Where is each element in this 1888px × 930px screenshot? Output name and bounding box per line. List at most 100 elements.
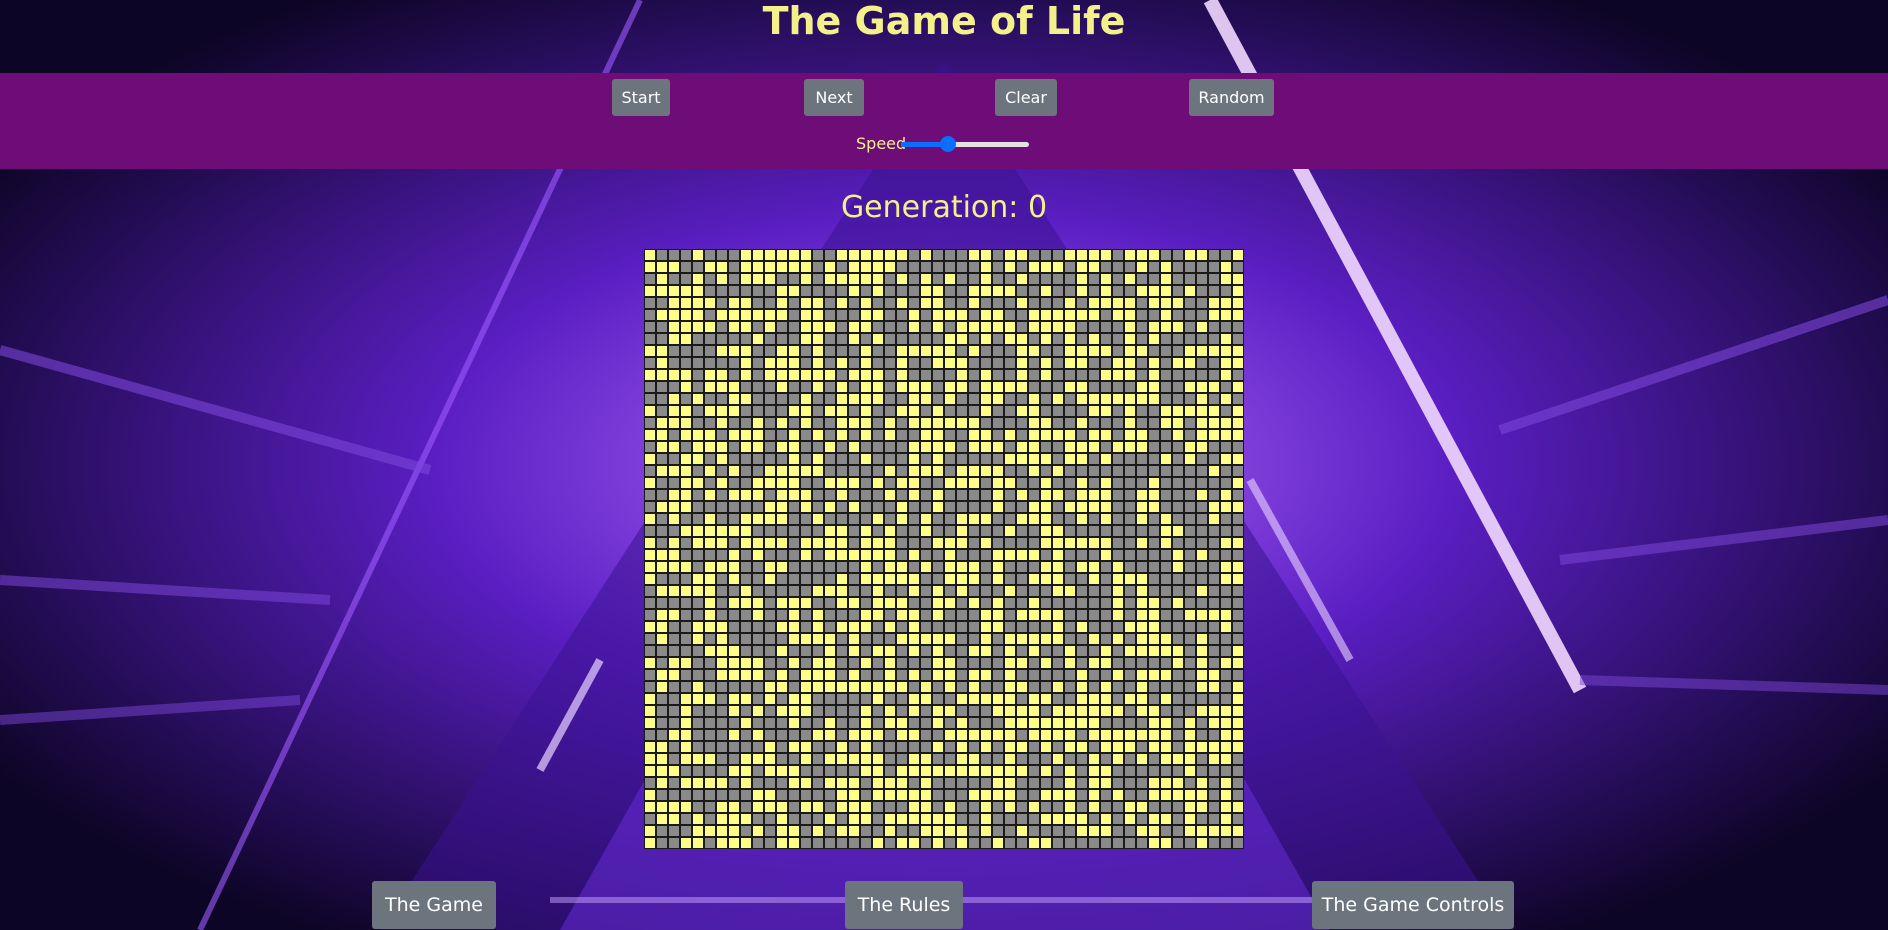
grid-cell[interactable] xyxy=(692,789,704,801)
grid-cell[interactable] xyxy=(1184,285,1196,297)
grid-cell[interactable] xyxy=(1160,333,1172,345)
grid-cell[interactable] xyxy=(884,777,896,789)
grid-cell[interactable] xyxy=(872,621,884,633)
grid-cell[interactable] xyxy=(956,585,968,597)
grid-cell[interactable] xyxy=(1076,561,1088,573)
grid-cell[interactable] xyxy=(824,705,836,717)
grid-cell[interactable] xyxy=(1076,549,1088,561)
grid-cell[interactable] xyxy=(1220,465,1232,477)
grid-cell[interactable] xyxy=(968,549,980,561)
grid-cell[interactable] xyxy=(692,633,704,645)
grid-cell[interactable] xyxy=(644,345,656,357)
grid-cell[interactable] xyxy=(1136,585,1148,597)
grid-cell[interactable] xyxy=(872,489,884,501)
grid-cell[interactable] xyxy=(932,561,944,573)
grid-cell[interactable] xyxy=(728,453,740,465)
grid-cell[interactable] xyxy=(752,825,764,837)
grid-cell[interactable] xyxy=(1112,513,1124,525)
grid-cell[interactable] xyxy=(968,321,980,333)
grid-cell[interactable] xyxy=(800,549,812,561)
grid-cell[interactable] xyxy=(1088,621,1100,633)
grid-cell[interactable] xyxy=(1052,681,1064,693)
grid-cell[interactable] xyxy=(1220,393,1232,405)
grid-cell[interactable] xyxy=(752,741,764,753)
grid-cell[interactable] xyxy=(680,393,692,405)
grid-cell[interactable] xyxy=(680,285,692,297)
speed-slider-thumb[interactable] xyxy=(940,136,957,152)
grid-cell[interactable] xyxy=(740,489,752,501)
grid-cell[interactable] xyxy=(1016,357,1028,369)
grid-cell[interactable] xyxy=(764,357,776,369)
grid-cell[interactable] xyxy=(812,309,824,321)
grid-cell[interactable] xyxy=(1196,777,1208,789)
grid-cell[interactable] xyxy=(1160,405,1172,417)
grid-cell[interactable] xyxy=(992,489,1004,501)
grid-cell[interactable] xyxy=(1172,381,1184,393)
grid-cell[interactable] xyxy=(728,249,740,261)
grid-cell[interactable] xyxy=(644,729,656,741)
grid-cell[interactable] xyxy=(1124,825,1136,837)
grid-cell[interactable] xyxy=(692,537,704,549)
grid-cell[interactable] xyxy=(968,285,980,297)
grid-cell[interactable] xyxy=(1064,465,1076,477)
grid-cell[interactable] xyxy=(1040,777,1052,789)
grid-cell[interactable] xyxy=(836,501,848,513)
grid-cell[interactable] xyxy=(860,597,872,609)
grid-cell[interactable] xyxy=(1028,741,1040,753)
grid-cell[interactable] xyxy=(728,753,740,765)
grid-cell[interactable] xyxy=(1208,573,1220,585)
grid-cell[interactable] xyxy=(1076,741,1088,753)
grid-cell[interactable] xyxy=(740,273,752,285)
grid-cell[interactable] xyxy=(836,753,848,765)
grid-cell[interactable] xyxy=(716,489,728,501)
grid-cell[interactable] xyxy=(920,825,932,837)
grid-cell[interactable] xyxy=(692,261,704,273)
grid-cell[interactable] xyxy=(704,645,716,657)
grid-cell[interactable] xyxy=(692,477,704,489)
grid-cell[interactable] xyxy=(1100,813,1112,825)
grid-cell[interactable] xyxy=(680,729,692,741)
grid-cell[interactable] xyxy=(788,789,800,801)
grid-cell[interactable] xyxy=(836,597,848,609)
grid-cell[interactable] xyxy=(884,789,896,801)
grid-cell[interactable] xyxy=(728,309,740,321)
grid-cell[interactable] xyxy=(992,273,1004,285)
grid-cell[interactable] xyxy=(1100,705,1112,717)
grid-cell[interactable] xyxy=(1004,669,1016,681)
grid-cell[interactable] xyxy=(1100,693,1112,705)
grid-cell[interactable] xyxy=(1232,309,1244,321)
grid-cell[interactable] xyxy=(656,621,668,633)
grid-cell[interactable] xyxy=(800,693,812,705)
grid-cell[interactable] xyxy=(1016,729,1028,741)
grid-cell[interactable] xyxy=(1088,765,1100,777)
grid-cell[interactable] xyxy=(896,825,908,837)
grid-cell[interactable] xyxy=(1040,465,1052,477)
grid-cell[interactable] xyxy=(908,717,920,729)
grid-cell[interactable] xyxy=(1232,717,1244,729)
grid-cell[interactable] xyxy=(860,441,872,453)
grid-cell[interactable] xyxy=(1112,597,1124,609)
grid-cell[interactable] xyxy=(1112,249,1124,261)
grid-cell[interactable] xyxy=(656,753,668,765)
grid-cell[interactable] xyxy=(752,333,764,345)
grid-cell[interactable] xyxy=(1016,621,1028,633)
grid-cell[interactable] xyxy=(1028,537,1040,549)
grid-cell[interactable] xyxy=(1052,333,1064,345)
grid-cell[interactable] xyxy=(728,393,740,405)
grid-cell[interactable] xyxy=(824,441,836,453)
grid-cell[interactable] xyxy=(980,837,992,849)
grid-cell[interactable] xyxy=(896,297,908,309)
grid-cell[interactable] xyxy=(824,657,836,669)
grid-cell[interactable] xyxy=(1100,489,1112,501)
grid-cell[interactable] xyxy=(704,777,716,789)
grid-cell[interactable] xyxy=(944,705,956,717)
grid-cell[interactable] xyxy=(1016,513,1028,525)
grid-cell[interactable] xyxy=(1040,345,1052,357)
grid-cell[interactable] xyxy=(848,825,860,837)
grid-cell[interactable] xyxy=(920,453,932,465)
grid-cell[interactable] xyxy=(776,729,788,741)
grid-cell[interactable] xyxy=(1232,477,1244,489)
grid-cell[interactable] xyxy=(860,573,872,585)
grid-cell[interactable] xyxy=(1232,345,1244,357)
grid-cell[interactable] xyxy=(800,453,812,465)
